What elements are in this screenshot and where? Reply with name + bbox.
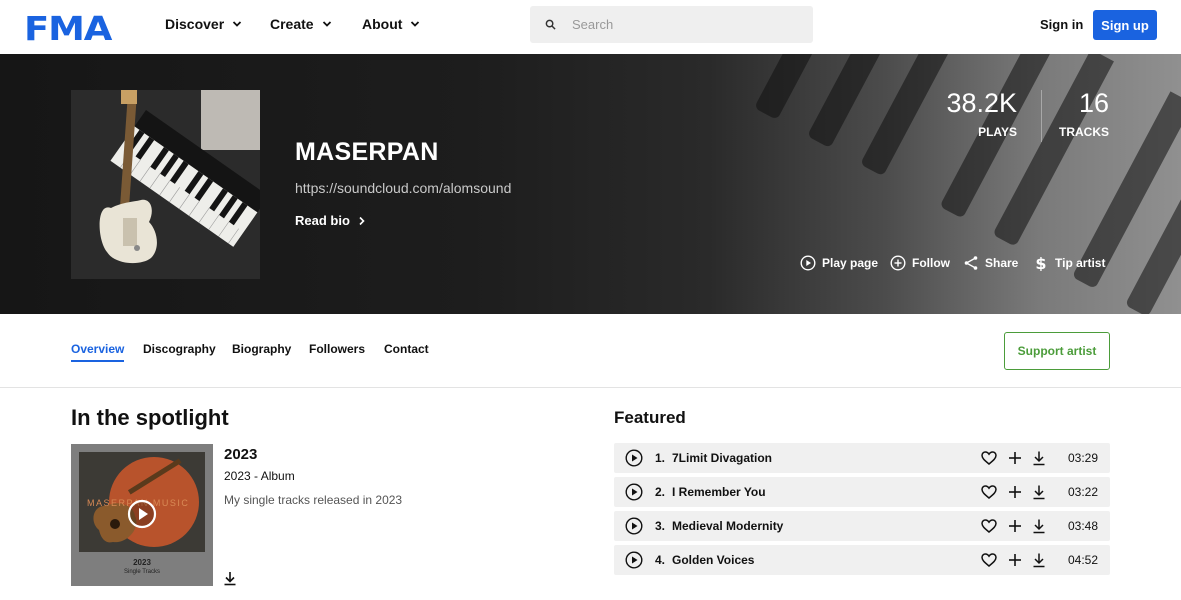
tab-overview[interactable]: Overview bbox=[71, 342, 125, 362]
chevron-down-icon bbox=[411, 21, 420, 27]
featured-heading: Featured bbox=[614, 408, 686, 427]
track-duration: 04:52 bbox=[1068, 553, 1099, 567]
plays-count: 38.2K bbox=[946, 88, 1017, 118]
nav-create[interactable]: Create bbox=[270, 16, 332, 32]
nav-discover-label: Discover bbox=[165, 16, 225, 32]
download-icon[interactable] bbox=[1031, 450, 1047, 466]
chevron-right-icon bbox=[359, 216, 365, 225]
artist-tabs: Overview Discography Biography Followers… bbox=[0, 314, 1181, 388]
support-artist-button[interactable]: Support artist bbox=[1004, 332, 1110, 370]
play-page-button[interactable]: Play page bbox=[800, 255, 878, 271]
play-circle-icon[interactable] bbox=[127, 499, 157, 529]
tab-contact[interactable]: Contact bbox=[384, 342, 429, 356]
play-circle-icon[interactable] bbox=[625, 517, 643, 535]
album-subtitle: 2023 - Album bbox=[224, 469, 295, 483]
artist-name: MASERPAN bbox=[295, 138, 439, 166]
nav-create-label: Create bbox=[270, 16, 314, 32]
plays-stat: 38.2K PLAYS bbox=[940, 88, 1017, 139]
play-circle-icon[interactable] bbox=[625, 483, 643, 501]
heart-icon[interactable] bbox=[981, 518, 997, 534]
chevron-down-icon bbox=[322, 21, 331, 27]
track-row[interactable]: 1. 7Limit Divagation 03:29 bbox=[614, 443, 1110, 473]
tip-artist-button[interactable]: $ Tip artist bbox=[1033, 255, 1105, 271]
tab-discography[interactable]: Discography bbox=[143, 342, 216, 356]
album-cover-caption: 2023 bbox=[133, 558, 151, 567]
follow-label: Follow bbox=[912, 256, 950, 270]
tab-biography[interactable]: Biography bbox=[232, 342, 291, 356]
heart-icon[interactable] bbox=[981, 552, 997, 568]
track-number: 4. bbox=[655, 553, 666, 567]
play-page-label: Play page bbox=[822, 256, 879, 270]
tab-followers[interactable]: Followers bbox=[309, 342, 365, 356]
artist-hero-banner: MASERPAN https://soundcloud.com/alomsoun… bbox=[0, 54, 1181, 314]
nav-discover[interactable]: Discover bbox=[165, 16, 242, 32]
chevron-down-icon bbox=[233, 21, 242, 27]
dollar-icon: $ bbox=[1035, 255, 1046, 271]
play-circle-icon[interactable] bbox=[625, 551, 643, 569]
heart-icon[interactable] bbox=[981, 484, 997, 500]
nav-about-label: About bbox=[362, 16, 403, 32]
track-number: 1. bbox=[655, 451, 666, 465]
sign-in-link[interactable]: Sign in bbox=[1040, 17, 1083, 32]
play-circle-icon[interactable] bbox=[625, 449, 643, 467]
search-bar bbox=[530, 6, 813, 43]
track-title[interactable]: Medieval Modernity bbox=[672, 519, 783, 533]
album-cover-subcaption: Single Tracks bbox=[123, 569, 160, 575]
artist-url-link[interactable]: https://soundcloud.com/alomsound bbox=[295, 180, 511, 196]
share-icon bbox=[964, 256, 978, 270]
share-label: Share bbox=[985, 256, 1019, 270]
play-circle-icon bbox=[800, 255, 816, 271]
download-icon[interactable] bbox=[223, 571, 237, 586]
track-number: 2. bbox=[655, 485, 666, 499]
guitar-piano-photo bbox=[71, 90, 260, 279]
heart-icon[interactable] bbox=[981, 450, 997, 466]
plus-icon[interactable] bbox=[1007, 450, 1023, 466]
album-description: My single tracks released in 2023 bbox=[224, 493, 403, 507]
plus-icon[interactable] bbox=[1007, 518, 1023, 534]
read-bio-label: Read bio bbox=[295, 213, 350, 228]
spotlight-heading: In the spotlight bbox=[71, 405, 229, 430]
track-title[interactable]: I Remember You bbox=[672, 485, 766, 499]
tracks-count: 16 bbox=[1078, 88, 1109, 118]
album-title[interactable]: 2023 bbox=[224, 446, 257, 463]
track-row[interactable]: 4. Golden Voices 04:52 bbox=[614, 545, 1110, 575]
track-row[interactable]: 2. I Remember You 03:22 bbox=[614, 477, 1110, 507]
read-bio-link[interactable]: Read bio bbox=[295, 213, 366, 228]
tip-artist-label: Tip artist bbox=[1055, 256, 1106, 270]
track-duration: 03:48 bbox=[1068, 519, 1099, 533]
follow-button[interactable]: Follow bbox=[890, 255, 950, 271]
track-title[interactable]: Golden Voices bbox=[672, 553, 754, 567]
top-navigation-bar: FMA Discover Create About Sign in Sign u… bbox=[0, 0, 1181, 54]
tracks-label: TRACKS bbox=[1059, 125, 1109, 139]
plus-icon[interactable] bbox=[1007, 552, 1023, 568]
share-button[interactable]: Share bbox=[963, 255, 1018, 271]
track-duration: 03:29 bbox=[1068, 451, 1099, 465]
nav-about[interactable]: About bbox=[362, 16, 420, 32]
track-title[interactable]: 7Limit Divagation bbox=[672, 451, 772, 465]
search-icon bbox=[545, 19, 556, 30]
plus-circle-icon bbox=[890, 255, 906, 271]
tracks-stat: 16 TRACKS bbox=[1055, 88, 1109, 139]
track-row[interactable]: 3. Medieval Modernity 03:48 bbox=[614, 511, 1110, 541]
track-duration: 03:22 bbox=[1068, 485, 1099, 499]
fma-logo[interactable]: FMA bbox=[24, 9, 112, 48]
sign-up-button[interactable]: Sign up bbox=[1093, 10, 1157, 40]
download-icon[interactable] bbox=[1031, 484, 1047, 500]
search-input[interactable] bbox=[572, 17, 792, 32]
stats-divider bbox=[1041, 90, 1042, 142]
plays-label: PLAYS bbox=[978, 125, 1017, 139]
track-number: 3. bbox=[655, 519, 666, 533]
artist-image bbox=[71, 90, 260, 279]
svg-text:$: $ bbox=[1035, 255, 1046, 271]
download-icon[interactable] bbox=[1031, 518, 1047, 534]
download-icon[interactable] bbox=[1031, 552, 1047, 568]
plus-icon[interactable] bbox=[1007, 484, 1023, 500]
